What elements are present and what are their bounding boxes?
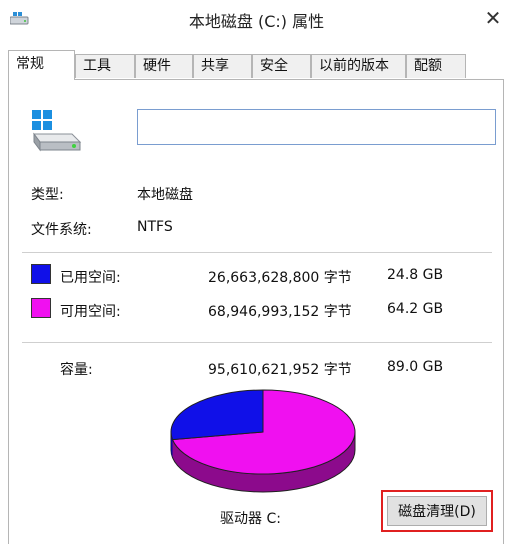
disk-cleanup-highlight: 磁盘清理(D) (381, 490, 493, 532)
pie-used-slice (170, 389, 264, 441)
drive-label: 驱动器 C: (220, 511, 281, 527)
tab-general[interactable]: 常规 (8, 50, 75, 80)
properties-window: 本地磁盘 (C:) 属性 ✕ 常规 工具 硬件 共享 安全 以前的版本 配额 类… (0, 0, 513, 544)
disk-cleanup-button[interactable]: 磁盘清理(D) (387, 496, 487, 526)
disk-usage-pie-chart (170, 389, 356, 493)
